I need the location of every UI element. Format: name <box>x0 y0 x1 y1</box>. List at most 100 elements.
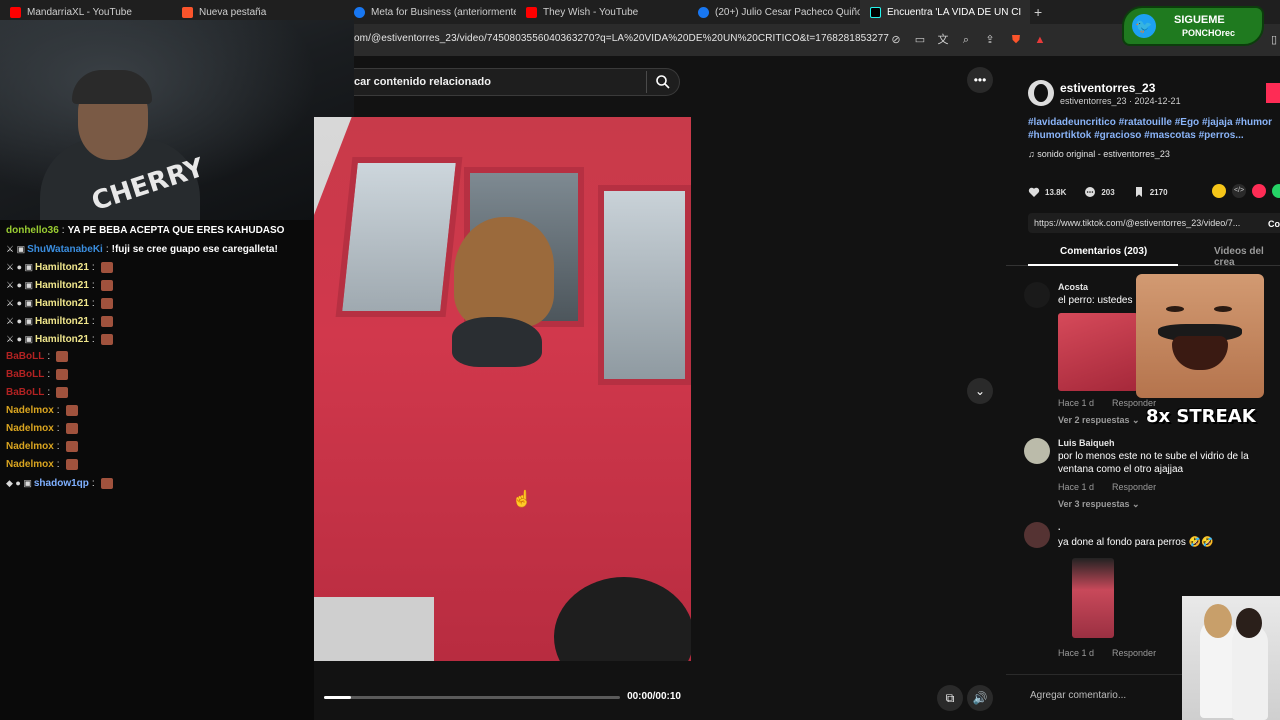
chat-emote-icon <box>65 422 78 434</box>
chat-emote-icon <box>65 440 78 452</box>
chat-username[interactable]: BaBoLL <box>6 351 44 362</box>
chat-username[interactable]: Nadelmox <box>6 441 54 452</box>
comment-image[interactable] <box>1058 313 1138 391</box>
chat-separator: : <box>105 244 109 255</box>
chat-message: ⚔ ● ▣ Hamilton21: <box>6 312 306 330</box>
chat-username[interactable]: Hamilton21 <box>35 298 89 309</box>
zoom-icon[interactable]: ⌕ <box>958 32 974 48</box>
comment-text: ya done al fondo para perros 🤣🤣 <box>1058 537 1214 548</box>
chat-badges-icon: ⚔ ● ▣ <box>6 280 34 290</box>
chat-username[interactable]: Nadelmox <box>6 459 54 470</box>
chat-separator: : <box>91 262 95 273</box>
reader-off-icon[interactable]: ⊘ <box>888 32 904 48</box>
tab-meta-business[interactable]: Meta for Business (anteriormente, Fa <box>344 0 516 24</box>
copy-link-button[interactable]: Copia <box>1268 219 1280 229</box>
rewards-triangle-icon[interactable]: ▲ <box>1032 32 1048 48</box>
comment-meta: Hace 1 d Responder <box>1058 482 1157 492</box>
video-player[interactable]: ☝ <box>314 117 691 661</box>
close-tab-icon[interactable]: ✕ <box>1029 6 1030 19</box>
tab-they-wish[interactable]: They Wish - YouTube <box>516 0 688 24</box>
youtube-icon <box>10 6 21 18</box>
share-tiktok-icon[interactable] <box>1252 184 1266 198</box>
view-replies-button[interactable]: Ver 3 respuestas ⌄ <box>1058 499 1140 510</box>
url-field[interactable]: om/@estiventorres_23/video/7450803556040… <box>354 33 889 44</box>
commenter-name[interactable]: Acosta <box>1058 282 1088 292</box>
chat-username[interactable]: Hamilton21 <box>35 334 89 345</box>
follow-button[interactable] <box>1266 83 1280 103</box>
chevron-down-icon[interactable]: ⌄ <box>967 378 993 404</box>
related-search-bar[interactable]: car contenido relacionado <box>354 68 680 96</box>
embed-icon[interactable]: </> <box>1232 184 1246 198</box>
view-replies-button[interactable]: Ver 2 respuestas ⌄ <box>1058 415 1140 426</box>
car-rear-window <box>335 157 463 317</box>
chat-username[interactable]: BaBoLL <box>6 369 44 380</box>
chat-emote-icon <box>100 297 113 309</box>
share-icon[interactable]: ⇪ <box>982 32 998 48</box>
sound-link[interactable]: ♫ sonido original - estiventorres_23 <box>1028 149 1170 159</box>
chat-message: Nadelmox: <box>6 438 306 456</box>
like-button[interactable]: 13.8K <box>1028 186 1066 198</box>
chat-message: ⚔ ▣ ShuWatanabeKi: !fuji se cree guapo ese… <box>6 240 306 258</box>
post-hashtags[interactable]: #lavidadeuncritico #ratatouille #Ego #ja… <box>1028 116 1280 142</box>
pip-icon[interactable]: ⧉ <box>937 685 963 711</box>
coin-icon[interactable] <box>1212 184 1226 198</box>
couple-photo-overlay <box>1182 596 1280 720</box>
heart-icon <box>1028 187 1040 197</box>
chat-badges-icon: ⚔ ● ▣ <box>6 298 34 308</box>
chat-separator: : <box>56 423 60 434</box>
progress-fill <box>324 696 351 699</box>
comment-meta: Hace 1 d Responder <box>1058 648 1157 658</box>
commenter-name[interactable]: . <box>1058 522 1061 532</box>
author-username[interactable]: estiventorres_23 <box>1060 81 1155 95</box>
chat-username[interactable]: donhello36 <box>6 225 59 236</box>
commenter-avatar[interactable] <box>1024 438 1050 464</box>
chat-username[interactable]: Nadelmox <box>6 423 54 434</box>
comment-item: Luis Baiqueh por lo menos este no te sub… <box>1024 438 1280 510</box>
tab-tiktok-active[interactable]: Encuentra 'LA VIDA DE UN CI✕ <box>860 0 1030 24</box>
progress-bar[interactable] <box>324 696 620 699</box>
volume-icon[interactable]: 🔊 <box>967 685 993 711</box>
chat-username[interactable]: Hamilton21 <box>35 262 89 273</box>
webcam-feed: CHERRY <box>0 20 354 220</box>
new-tab-icon[interactable]: + <box>1034 4 1042 20</box>
commenter-avatar[interactable] <box>1024 282 1050 308</box>
copy-link-field[interactable]: https://www.tiktok.com/@estiventorres_23… <box>1028 213 1280 233</box>
tab-creator-videos[interactable]: Videos del crea <box>1214 246 1280 268</box>
chat-username[interactable]: Hamilton21 <box>35 316 89 327</box>
save-button[interactable]: 2170 <box>1133 186 1168 198</box>
comment-input[interactable]: Agregar comentario... <box>1030 690 1126 701</box>
chat-message: ⚔ ● ▣ Hamilton21: <box>6 276 306 294</box>
author-avatar[interactable] <box>1028 80 1054 106</box>
player-controls: 00:00/00:10 <box>314 686 691 710</box>
commenter-avatar[interactable] <box>1024 522 1050 548</box>
commenter-name[interactable]: Luis Baiqueh <box>1058 438 1115 448</box>
chat-message: donhello36: YA PE BEBA ACEPTA QUE ERES KA… <box>6 222 306 240</box>
cast-icon[interactable]: ▭ <box>912 32 928 48</box>
chat-emote-icon <box>56 350 69 362</box>
search-input[interactable]: car contenido relacionado <box>354 76 491 88</box>
chat-separator: : <box>91 334 95 345</box>
tab-facebook[interactable]: (20+) Julio Cesar Pacheco Quiñones <box>688 0 860 24</box>
facebook-icon <box>698 6 709 18</box>
search-icon[interactable] <box>655 74 671 90</box>
whatsapp-icon[interactable] <box>1272 184 1280 198</box>
comment-button[interactable]: 203 <box>1084 186 1115 198</box>
chat-username[interactable]: Nadelmox <box>6 405 54 416</box>
tab-comments[interactable]: Comentarios (203) <box>1060 246 1147 257</box>
chat-message: BaBoLL: <box>6 348 306 366</box>
sidebar-icon[interactable]: ▯ <box>1266 32 1280 48</box>
chat-username[interactable]: BaBoLL <box>6 387 44 398</box>
comment-image[interactable] <box>1072 558 1114 638</box>
chat-message: BaBoLL: <box>6 366 306 384</box>
more-options-icon[interactable]: ••• <box>967 67 993 93</box>
chat-username[interactable]: ShuWatanabeKi <box>27 244 103 255</box>
chat-username[interactable]: shadow1qp <box>34 478 89 489</box>
translate-icon[interactable]: 文 <box>935 32 951 48</box>
reply-button[interactable]: Responder <box>1112 648 1156 658</box>
chat-username[interactable]: Hamilton21 <box>35 280 89 291</box>
reply-button[interactable]: Responder <box>1112 482 1156 492</box>
brave-shield-icon[interactable]: ⛊ <box>1008 32 1024 48</box>
tiktok-icon <box>870 6 881 18</box>
chat-badges-icon: ⚔ ● ▣ <box>6 262 34 272</box>
car-windshield <box>598 185 691 385</box>
